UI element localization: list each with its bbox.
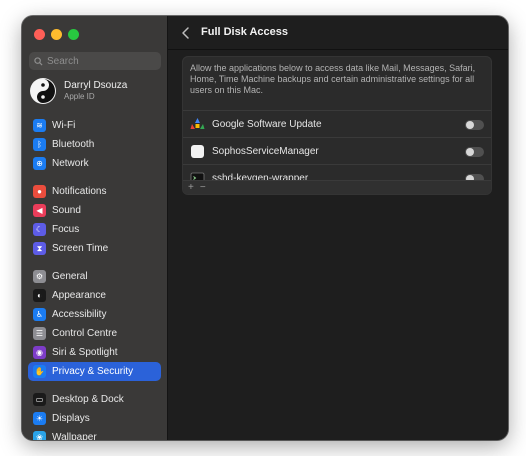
sidebar-item-appearance[interactable]: ◐ Appearance <box>28 286 161 305</box>
sidebar-item-label: Wallpaper <box>52 432 97 440</box>
sidebar-item-label: Focus <box>52 224 80 235</box>
close-button[interactable] <box>34 29 45 40</box>
sidebar-item-focus[interactable]: ☾ Focus <box>28 220 161 239</box>
sidebar-item-wi-fi[interactable]: ≋ Wi-Fi <box>28 116 161 135</box>
sophos-icon <box>190 144 205 159</box>
sidebar-item-label: Bluetooth <box>52 139 95 150</box>
google-software-update-icon <box>190 117 205 132</box>
hourglass-icon: ⧗ <box>33 242 46 255</box>
moon-icon: ☾ <box>33 223 46 236</box>
sidebar-item-label: Control Centre <box>52 328 118 339</box>
bluetooth-icon: ᛒ <box>33 138 46 151</box>
sidebar-item-bluetooth[interactable]: ᛒ Bluetooth <box>28 135 161 154</box>
sidebar-item-label: Network <box>52 158 89 169</box>
sidebar-item-label: Appearance <box>52 290 106 301</box>
sidebar-item-screen-time[interactable]: ⧗ Screen Time <box>28 239 161 258</box>
sidebar-item-notifications[interactable]: ● Notifications <box>28 182 161 201</box>
sidebar-item-sound[interactable]: ◀ Sound <box>28 201 161 220</box>
sidebar-item-label: Privacy & Security <box>52 366 134 377</box>
sidebar-item-label: Screen Time <box>52 243 109 254</box>
back-chevron-icon[interactable] <box>180 26 192 40</box>
sidebar-item-label: Desktop & Dock <box>52 394 124 405</box>
search-icon <box>34 56 43 66</box>
sidebar: Search Darryl Dsouza Apple ID ≋ Wi-Fi ᛒ Blu… <box>22 16 168 440</box>
sidebar-item-label: Wi-Fi <box>52 120 76 131</box>
sidebar-item-label: Sound <box>52 205 81 216</box>
wifi-icon: ≋ <box>33 119 46 132</box>
hand-icon: ✋ <box>33 365 46 378</box>
sidebar-item-control-centre[interactable]: ☰ Control Centre <box>28 324 161 343</box>
sidebar-item-accessibility[interactable]: ♿ Accessibility <box>28 305 161 324</box>
sidebar-item-privacy-security[interactable]: ✋ Privacy & Security <box>28 362 161 381</box>
control-centre-icon: ☰ <box>33 327 46 340</box>
window-controls <box>34 29 79 40</box>
app-row-google-software-update: Google Software Update <box>183 110 491 137</box>
list-footer: + − <box>183 180 491 194</box>
dock-icon: ▭ <box>33 393 46 406</box>
sidebar-item-general[interactable]: ⚙ General <box>28 267 161 286</box>
search-placeholder: Search <box>47 55 79 67</box>
sidebar-item-siri-spotlight[interactable]: ◉ Siri & Spotlight <box>28 343 161 362</box>
appearance-icon: ◐ <box>33 289 46 302</box>
minimize-button[interactable] <box>51 29 62 40</box>
account-name: Darryl Dsouza <box>64 80 128 91</box>
settings-window: Search Darryl Dsouza Apple ID ≋ Wi-Fi ᛒ Blu… <box>22 16 508 440</box>
wallpaper-icon: ❀ <box>33 431 46 440</box>
app-name: SophosServiceManager <box>212 145 319 157</box>
sun-icon: ☀ <box>33 412 46 425</box>
access-toggle[interactable] <box>465 147 484 157</box>
app-name: Google Software Update <box>212 118 322 130</box>
sidebar-item-label: Siri & Spotlight <box>52 347 118 358</box>
sidebar-item-displays[interactable]: ☀ Displays <box>28 409 161 428</box>
speaker-icon: ◀ <box>33 204 46 217</box>
sidebar-item-wallpaper[interactable]: ❀ Wallpaper <box>28 428 161 440</box>
search-field[interactable]: Search <box>29 52 161 70</box>
sidebar-item-label: Notifications <box>52 186 107 197</box>
sidebar-item-network[interactable]: ⊕ Network <box>28 154 161 173</box>
apple-id-account[interactable]: Darryl Dsouza Apple ID <box>30 78 127 104</box>
description-text: Allow the applications below to access d… <box>190 63 476 95</box>
bell-icon: ● <box>33 185 46 198</box>
main-panel: Full Disk Access Allow the applications … <box>168 16 508 440</box>
zoom-button[interactable] <box>68 29 79 40</box>
full-disk-access-list: Allow the applications below to access d… <box>182 56 492 195</box>
sidebar-item-desktop-dock[interactable]: ▭ Desktop & Dock <box>28 390 161 409</box>
panel-header: Full Disk Access <box>168 16 508 50</box>
accessibility-icon: ♿ <box>33 308 46 321</box>
account-subtitle: Apple ID <box>64 92 95 101</box>
sidebar-item-label: Accessibility <box>52 309 107 320</box>
access-toggle[interactable] <box>465 120 484 130</box>
page-title: Full Disk Access <box>201 26 289 38</box>
network-icon: ⊕ <box>33 157 46 170</box>
sidebar-item-label: General <box>52 271 88 282</box>
app-row-sophos-service-manager: SophosServiceManager <box>183 137 491 164</box>
add-app-button[interactable]: + <box>188 182 194 193</box>
avatar <box>30 78 56 104</box>
sidebar-item-label: Displays <box>52 413 90 424</box>
gear-icon: ⚙ <box>33 270 46 283</box>
yin-yang-avatar-icon <box>31 79 55 103</box>
siri-icon: ◉ <box>33 346 46 359</box>
remove-app-button[interactable]: − <box>200 182 206 193</box>
